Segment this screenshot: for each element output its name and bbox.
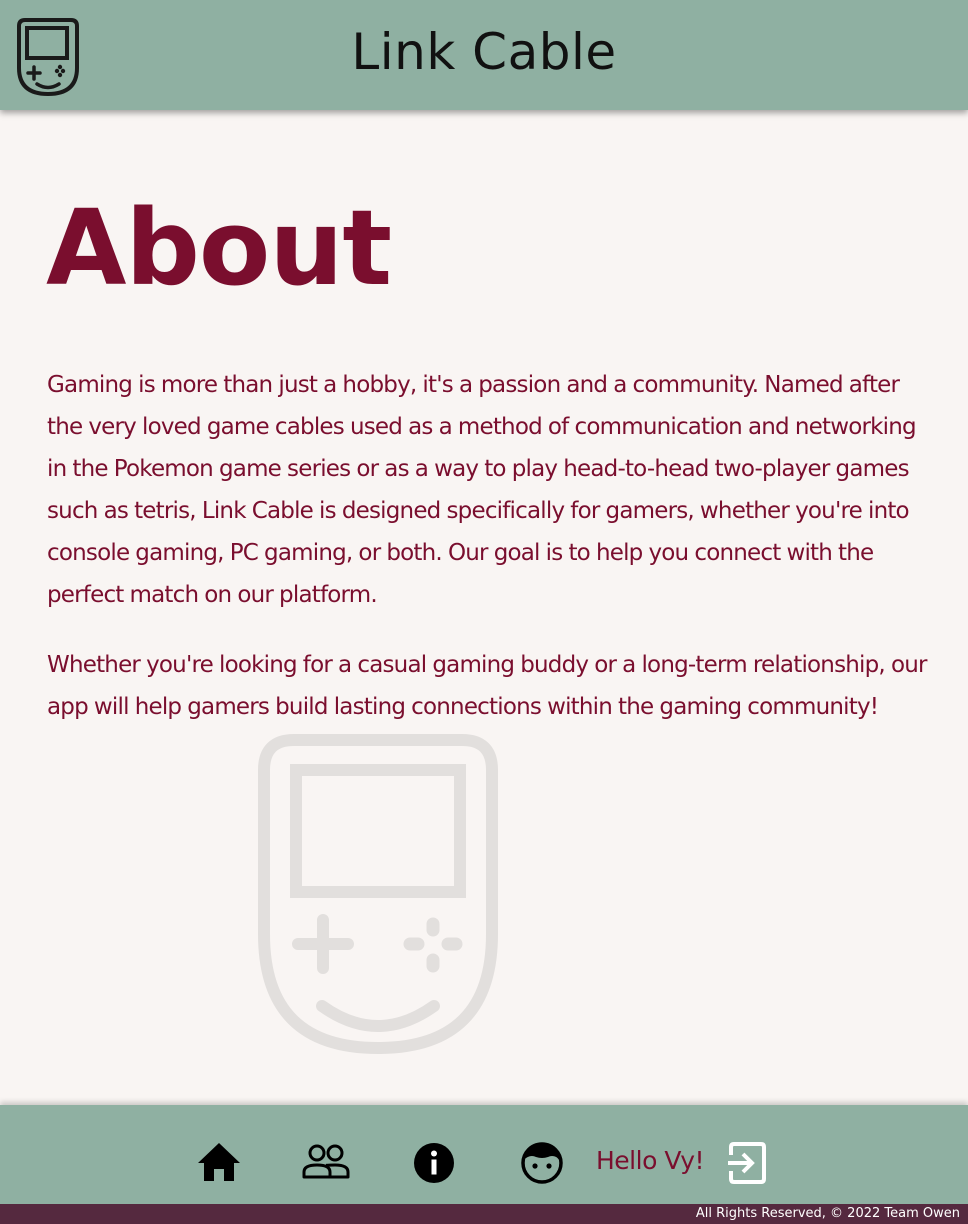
watermark-caption xyxy=(207,1064,237,1068)
about-paragraph: Whether you're looking for a casual gami… xyxy=(47,652,927,720)
face-icon[interactable] xyxy=(520,1141,564,1185)
home-icon[interactable] xyxy=(196,1139,242,1185)
user-greeting: Hello Vy! xyxy=(596,1146,705,1175)
bottom-nav: Hello Vy! xyxy=(0,1105,968,1204)
copyright-text: All Rights Reserved, © 2022 Team Owen xyxy=(695,1206,960,1221)
page-heading: About xyxy=(46,187,392,309)
app-title: Link Cable xyxy=(351,23,617,81)
info-icon[interactable] xyxy=(412,1141,456,1185)
app-header: Link Cable xyxy=(0,0,968,110)
copyright-bar: All Rights Reserved, © 2022 Team Owen xyxy=(0,1204,968,1224)
about-paragraph: Gaming is more than just a hobby, it's a… xyxy=(47,372,917,608)
logout-icon[interactable] xyxy=(726,1141,768,1185)
people-icon[interactable] xyxy=(302,1143,350,1181)
handheld-console-icon xyxy=(258,734,498,1054)
